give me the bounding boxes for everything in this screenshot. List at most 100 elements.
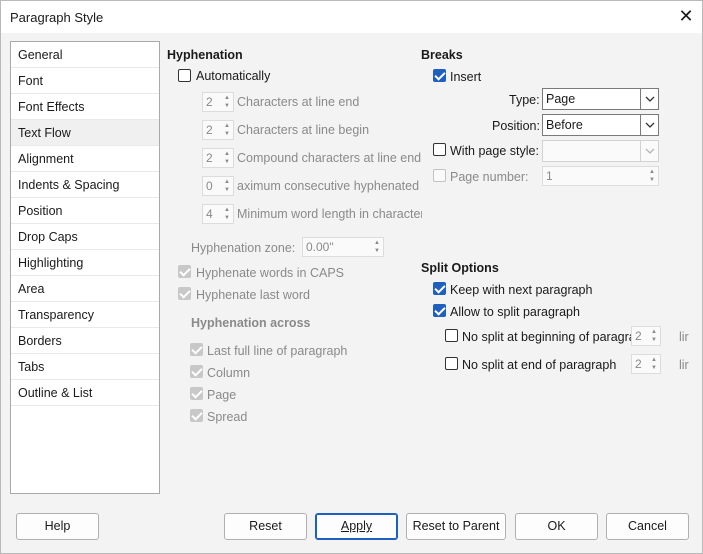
no-split-end-label: No split at end of paragraph [462,358,617,372]
no-split-begin-spinner[interactable]: 2 ▲ ▼ [631,326,661,346]
chars-line-end-label: Characters at line end [237,95,360,109]
dialog-title: Paragraph Style [10,10,104,25]
page-checkbox[interactable] [190,387,203,400]
hyphenation-zone-value: 0.00" [306,240,334,254]
sidebar-item-general[interactable]: General [11,42,159,68]
hyphenate-caps-label: Hyphenate words in CAPS [196,266,344,280]
no-split-begin-value: 2 [635,329,642,343]
no-split-end-checkbox[interactable] [445,357,458,370]
chars-line-begin-label: Characters at line begin [237,123,370,137]
sidebar-item-area[interactable]: Area [11,276,159,302]
last-full-line-label: Last full line of paragraph [207,344,348,358]
compound-chars-spinner[interactable]: 2 ▲ ▼ [202,148,234,168]
spinner-arrows-icon[interactable]: ▲ ▼ [221,177,233,195]
chevron-down-icon[interactable] [640,115,658,135]
hyphenation-zone-label: Hyphenation zone: [191,241,296,255]
with-page-style-checkbox[interactable] [433,143,446,156]
automatically-checkbox[interactable] [178,69,191,82]
page-label: Page [207,388,237,402]
type-value: Page [546,92,576,106]
reset-button[interactable]: Reset [224,513,307,540]
chars-line-begin-spinner[interactable]: 2 ▲ ▼ [202,120,234,140]
type-label: Type: [509,93,540,107]
page-number-checkbox[interactable] [433,169,446,182]
max-consecutive-value: 0 [206,179,213,193]
spinner-arrows-icon[interactable]: ▲ ▼ [221,121,233,139]
reset-to-parent-button[interactable]: Reset to Parent [406,513,506,540]
no-split-end-spinner[interactable]: 2 ▲ ▼ [631,354,661,374]
page-number-label: Page number: [450,170,529,184]
spinner-arrows-icon[interactable]: ▲ ▼ [221,149,233,167]
help-button[interactable]: Help [16,513,99,540]
sidebar-item-indents-spacing[interactable]: Indents & Spacing [11,172,159,198]
sidebar-item-highlighting[interactable]: Highlighting [11,250,159,276]
spinner-arrows-icon[interactable]: ▲ ▼ [648,355,660,373]
page-number-spinner[interactable]: 1 ▲ ▼ [542,166,659,186]
chevron-down-icon[interactable] [640,141,658,161]
with-page-style-label: With page style: [450,144,539,158]
hyphenate-caps-checkbox[interactable] [178,265,191,278]
spinner-arrows-icon[interactable]: ▲ ▼ [646,167,658,185]
close-icon[interactable]: ✕ [672,1,700,31]
spinner-arrows-icon[interactable]: ▲ ▼ [648,327,660,345]
sidebar-item-font-effects[interactable]: Font Effects [11,94,159,120]
sidebar-item-font[interactable]: Font [11,68,159,94]
title-bar: Paragraph Style ✕ [1,1,702,33]
hyphenation-across-heading: Hyphenation across [191,316,311,330]
max-consecutive-spinner[interactable]: 0 ▲ ▼ [202,176,234,196]
spinner-arrows-icon[interactable]: ▲ ▼ [371,238,383,256]
sidebar: General Font Font Effects Text Flow Alig… [10,41,160,494]
chars-line-end-spinner[interactable]: 2 ▲ ▼ [202,92,234,112]
breaks-heading: Breaks [421,48,463,62]
sidebar-item-drop-caps[interactable]: Drop Caps [11,224,159,250]
column-checkbox[interactable] [190,365,203,378]
sidebar-item-text-flow[interactable]: Text Flow [11,120,159,146]
cancel-button[interactable]: Cancel [606,513,689,540]
position-select[interactable]: Before [542,114,659,136]
spread-label: Spread [207,410,248,424]
compound-chars-value: 2 [206,151,213,165]
position-label: Position: [492,119,540,133]
insert-label: Insert [450,70,482,84]
no-split-end-value: 2 [635,357,642,371]
type-select[interactable]: Page [542,88,659,110]
hyphenate-last-word-label: Hyphenate last word [196,288,310,302]
page-number-value: 1 [546,169,553,183]
min-word-length-spinner[interactable]: 4 ▲ ▼ [202,204,234,224]
hyphenate-last-word-checkbox[interactable] [178,287,191,300]
compound-chars-label: Compound characters at line end [237,151,422,165]
last-full-line-checkbox[interactable] [190,343,203,356]
chars-line-begin-value: 2 [206,123,213,137]
column-label: Column [207,366,251,380]
page-style-select[interactable] [542,140,659,162]
spinner-arrows-icon[interactable]: ▲ ▼ [221,205,233,223]
allow-split-label: Allow to split paragraph [450,305,580,319]
no-split-end-unit: lir [679,358,689,372]
sidebar-item-borders[interactable]: Borders [11,328,159,354]
position-value: Before [546,118,583,132]
chars-line-end-value: 2 [206,95,213,109]
chevron-down-icon[interactable] [640,89,658,109]
keep-with-next-checkbox[interactable] [433,282,446,295]
allow-split-checkbox[interactable] [433,304,446,317]
hyphenation-zone-spinner[interactable]: 0.00" ▲ ▼ [302,237,384,257]
hyphenation-heading: Hyphenation [167,48,243,62]
sidebar-item-outline-list[interactable]: Outline & List [11,380,159,406]
keep-with-next-label: Keep with next paragraph [450,283,593,297]
no-split-begin-checkbox[interactable] [445,329,458,342]
ok-button[interactable]: OK [515,513,598,540]
no-split-begin-unit: lir [679,330,689,344]
automatically-label: Automatically [196,69,271,83]
split-options-heading: Split Options [421,261,499,275]
max-consecutive-label: aximum consecutive hyphenated lir [237,179,422,193]
sidebar-item-transparency[interactable]: Transparency [11,302,159,328]
spread-checkbox[interactable] [190,409,203,422]
sidebar-item-position[interactable]: Position [11,198,159,224]
sidebar-item-tabs[interactable]: Tabs [11,354,159,380]
min-word-length-label: Minimum word length in characters [237,207,422,221]
insert-checkbox[interactable] [433,69,446,82]
apply-button[interactable]: Apply [315,513,398,540]
spinner-arrows-icon[interactable]: ▲ ▼ [221,93,233,111]
sidebar-item-alignment[interactable]: Alignment [11,146,159,172]
paragraph-style-dialog: Paragraph Style ✕ General Font Font Effe… [0,0,703,554]
